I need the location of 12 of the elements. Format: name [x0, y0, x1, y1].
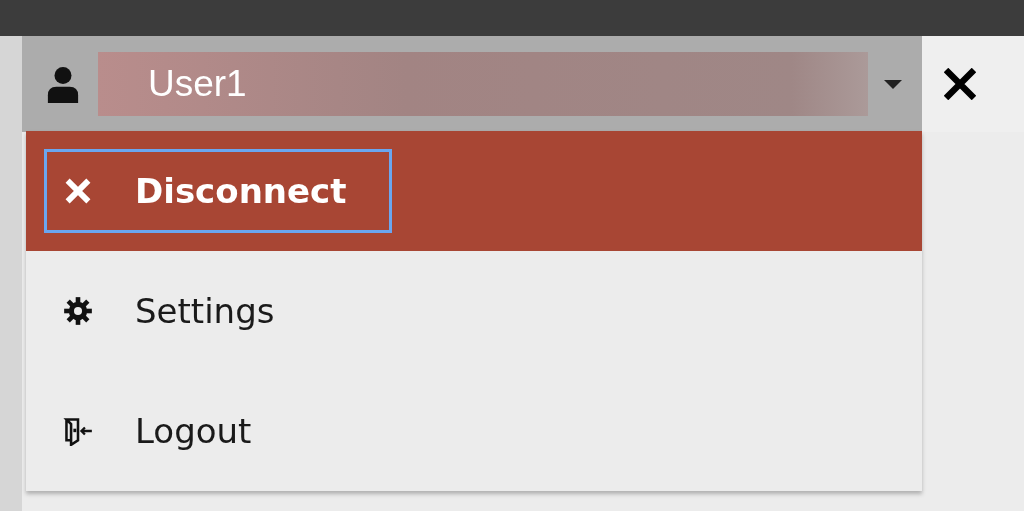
menu-item-label: Logout — [135, 411, 252, 451]
door-exit-icon — [63, 416, 93, 446]
menu-item-label: Settings — [135, 291, 275, 331]
gear-icon — [63, 296, 93, 326]
menu-item[interactable]: Logout — [26, 371, 922, 491]
menu-item-label: Disconnect — [135, 171, 347, 211]
user-icon — [46, 65, 80, 103]
caret-icon[interactable] — [884, 79, 902, 89]
close-icon[interactable] — [944, 68, 976, 100]
close-icon — [63, 176, 93, 206]
menu-item[interactable]: Disconnect — [26, 131, 922, 251]
menu-item[interactable]: Settings — [26, 251, 922, 371]
